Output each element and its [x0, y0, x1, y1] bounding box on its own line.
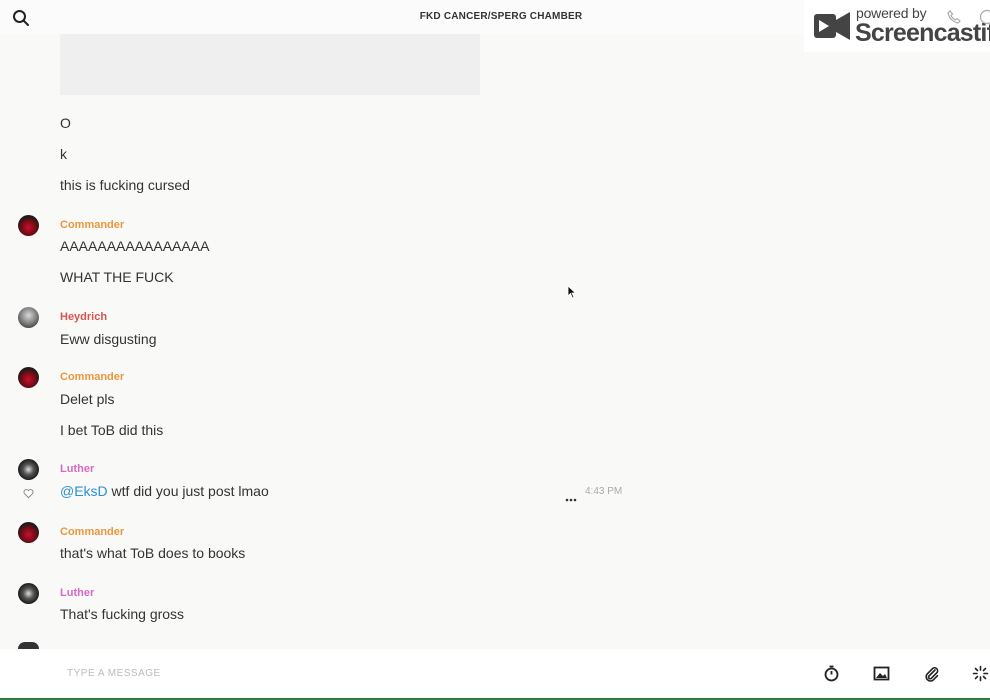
image-attachment[interactable] [60, 34, 480, 95]
message-composer [0, 649, 990, 698]
image-icon[interactable] [873, 665, 890, 682]
timestamp: 4:43 PM [585, 486, 623, 497]
heart-icon[interactable] [23, 486, 34, 499]
screencastify-watermark: powered by Screencastify [804, 0, 990, 52]
more-icon[interactable] [565, 489, 577, 502]
message-text: WHAT THE FUCK [60, 269, 174, 285]
message-author[interactable]: Commander [60, 219, 124, 231]
user-mention[interactable]: @EksD [60, 483, 108, 499]
avatar[interactable] [18, 367, 39, 388]
message-text: this is fucking cursed [60, 177, 190, 193]
message-text: Eww disgusting [60, 331, 157, 347]
avatar[interactable] [18, 459, 39, 480]
phone-icon[interactable] [946, 9, 962, 25]
message-text: AAAAAAAAAAAAAAAA [60, 238, 210, 254]
avatar[interactable] [18, 642, 39, 649]
avatar[interactable] [18, 583, 39, 604]
watermark-big-text: Screencastify [855, 19, 990, 47]
cursor-icon [567, 285, 577, 299]
message-body: wtf did you just post lmao [107, 483, 269, 499]
message-author[interactable]: Heydrich [60, 311, 107, 323]
message-text: Delet pls [60, 391, 115, 407]
message-author[interactable]: Luther [60, 463, 94, 475]
timer-icon[interactable] [823, 665, 840, 682]
message-author[interactable]: Luther [60, 587, 94, 599]
message-text: k [60, 146, 67, 162]
avatar[interactable] [18, 522, 39, 543]
message-text: @EksD wtf did you just post lmao [60, 483, 269, 499]
message-text: that's what ToB does to books [60, 545, 246, 561]
message-input[interactable] [60, 661, 760, 685]
attachment-icon[interactable] [923, 665, 940, 682]
message-author[interactable]: Commander [60, 526, 124, 538]
message-author[interactable]: Commander [60, 371, 124, 383]
info-icon[interactable] [979, 9, 990, 25]
message-text: O [60, 115, 71, 131]
sparkle-icon[interactable] [972, 665, 989, 682]
avatar[interactable] [18, 215, 39, 236]
message-text: I bet ToB did this [60, 422, 164, 438]
avatar[interactable] [18, 307, 39, 328]
message-text: That's fucking gross [60, 606, 185, 622]
screencastify-logo-icon [810, 8, 854, 44]
